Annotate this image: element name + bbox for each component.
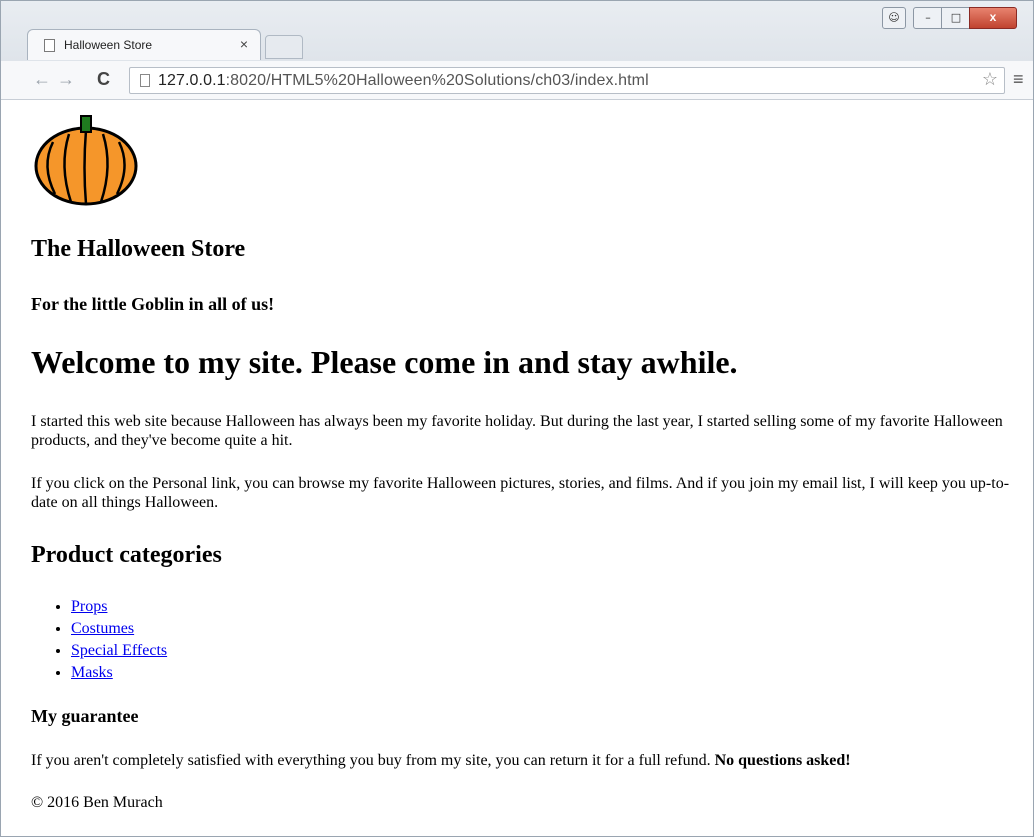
list-item: Props <box>71 596 167 618</box>
url-path: :8020/HTML5%20Halloween%20Solutions/ch03… <box>225 72 649 89</box>
category-link-special-effects[interactable]: Special Effects <box>71 642 167 659</box>
url-host: 127.0.0.1 <box>158 72 226 89</box>
menu-icon[interactable]: ≡ <box>1013 69 1024 90</box>
store-title: The Halloween Store <box>31 236 246 262</box>
tagline: For the little Goblin in all of us! <box>31 294 275 314</box>
tab-close-icon[interactable]: × <box>240 36 248 52</box>
forward-arrow-icon[interactable]: → <box>57 69 75 90</box>
categories-heading: Product categories <box>31 542 222 568</box>
copyright-footer: © 2016 Ben Murach <box>31 794 163 811</box>
guarantee-emphasis: No questions asked! <box>714 752 851 769</box>
minimize-button[interactable]: – <box>913 7 943 29</box>
close-window-button[interactable]: x <box>969 7 1017 29</box>
list-item: Special Effects <box>71 640 167 662</box>
bookmark-star-icon[interactable]: ☆ <box>982 69 998 90</box>
close-icon: x <box>989 10 997 24</box>
list-item: Costumes <box>71 618 167 640</box>
browser-window: Halloween Store × ☺ – □ x ← → C 127.0.0.… <box>0 0 1034 837</box>
guarantee-heading: My guarantee <box>31 706 139 726</box>
list-item: Masks <box>71 662 167 684</box>
guarantee-text: If you aren't completely satisfied with … <box>31 752 715 769</box>
category-link-masks[interactable]: Masks <box>71 664 113 681</box>
categories-list: Props Costumes Special Effects Masks <box>31 596 167 684</box>
reload-icon[interactable]: C <box>97 69 110 90</box>
tab-halloween-store[interactable]: Halloween Store × <box>27 29 261 60</box>
category-link-props[interactable]: Props <box>71 598 107 615</box>
tab-title: Halloween Store <box>64 38 153 52</box>
page-icon <box>140 74 150 87</box>
tab-strip: Halloween Store × ☺ – □ x <box>1 1 1033 61</box>
new-tab-button[interactable] <box>265 35 303 59</box>
category-link-costumes[interactable]: Costumes <box>71 620 134 637</box>
user-icon[interactable]: ☺ <box>882 7 906 29</box>
back-arrow-icon[interactable]: ← <box>33 69 51 90</box>
pumpkin-logo <box>34 115 138 206</box>
maximize-button[interactable]: □ <box>941 7 971 29</box>
browser-toolbar: ← → C 127.0.0.1:8020/HTML5%20Halloween%2… <box>1 61 1033 100</box>
guarantee-paragraph: If you aren't completely satisfied with … <box>31 752 1031 770</box>
welcome-heading: Welcome to my site. Please come in and s… <box>31 344 738 380</box>
intro-paragraph-1: I started this web site because Hallowee… <box>31 413 1003 449</box>
url-text[interactable]: 127.0.0.1:8020/HTML5%20Halloween%20Solut… <box>158 72 649 90</box>
page-content: The Halloween Store For the little Gobli… <box>9 100 1027 836</box>
page-icon <box>44 39 55 52</box>
address-bar[interactable]: 127.0.0.1:8020/HTML5%20Halloween%20Solut… <box>129 67 1005 94</box>
intro-paragraph-2: If you click on the Personal link, you c… <box>31 475 1010 511</box>
